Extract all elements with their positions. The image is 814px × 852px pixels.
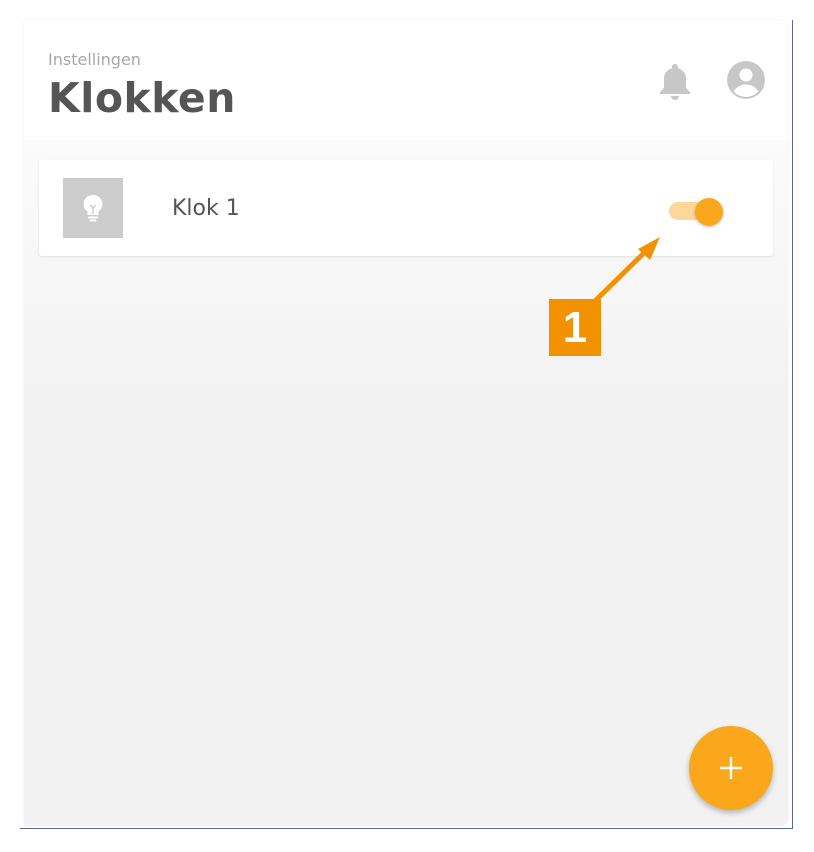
list-item[interactable]: Klok 1 bbox=[39, 160, 773, 256]
bell-icon[interactable] bbox=[658, 62, 692, 102]
plus-icon bbox=[720, 757, 742, 779]
clock-name: Klok 1 bbox=[172, 196, 240, 221]
clock-thumbnail bbox=[63, 178, 123, 238]
account-icon[interactable] bbox=[726, 60, 766, 100]
toggle-knob[interactable] bbox=[695, 198, 723, 226]
clock-enabled-toggle[interactable] bbox=[669, 198, 727, 226]
page-subtitle: Instellingen bbox=[48, 50, 141, 69]
callout-badge: 1 bbox=[549, 299, 601, 356]
header: Instellingen Klokken bbox=[24, 20, 788, 140]
add-clock-button[interactable] bbox=[689, 726, 773, 810]
page-title: Klokken bbox=[48, 74, 236, 122]
lightbulb-icon bbox=[83, 195, 103, 222]
app-panel: Instellingen Klokken Klok 1 bbox=[24, 20, 788, 826]
